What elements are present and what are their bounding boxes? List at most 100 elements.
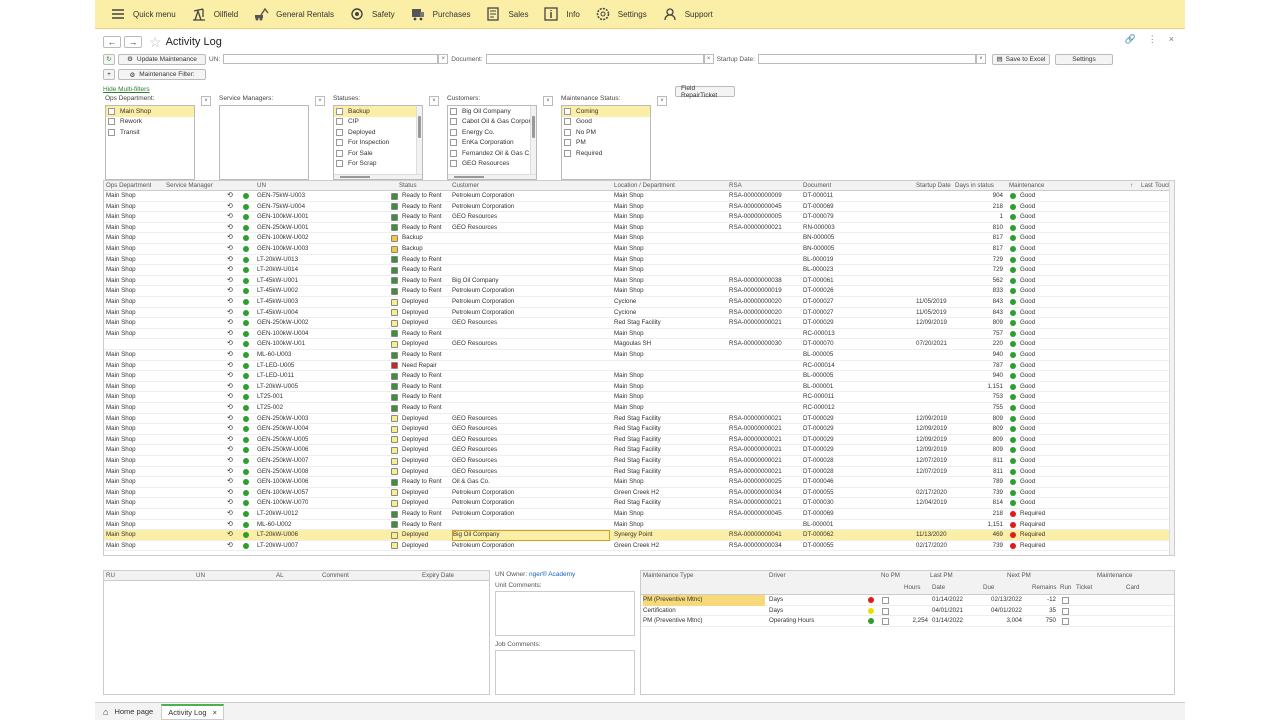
checkbox[interactable] — [336, 128, 343, 136]
un-cell[interactable]: LT-20kW-U005 — [257, 382, 298, 393]
un-cell[interactable]: LT-LED-U005 — [257, 361, 294, 372]
table-row[interactable]: Main Shop ⟲ LT-20kW-U005 Ready to Rent Main … — [104, 382, 1174, 393]
history-icon[interactable]: ⟲ — [227, 424, 233, 435]
maintenance-column-header[interactable]: Driver — [769, 572, 786, 579]
document-field[interactable] — [485, 54, 704, 64]
maintenance-subheader[interactable]: Run — [1060, 584, 1071, 591]
table-row[interactable]: Main Shop ⟲ ML-60-U002 Ready to Rent Main Sh… — [104, 520, 1174, 531]
history-icon[interactable]: ⟲ — [227, 435, 233, 446]
table-row[interactable]: Main Shop ⟲ LT-20kW-U014 Ready to Rent Main … — [104, 265, 1174, 276]
settings-button[interactable]: Settings — [1054, 53, 1113, 65]
un-cell[interactable]: LT-LED-U011 — [257, 371, 294, 382]
un-cell[interactable]: GEN-100kW-U003 — [257, 244, 308, 255]
table-row[interactable]: Main Shop ⟲ LT-20kW-U007 Deployed Petroleum … — [104, 541, 1174, 552]
history-icon[interactable]: ⟲ — [227, 308, 233, 319]
maintenance-subheader[interactable]: Due — [983, 584, 994, 591]
ru-column-header[interactable]: Expiry Date — [422, 572, 454, 579]
checkbox[interactable] — [336, 118, 343, 126]
un-cell[interactable]: GEN-75kW-U003 — [257, 191, 305, 202]
filter-option[interactable]: Rework — [106, 117, 194, 128]
filter-option[interactable]: For Inspection — [334, 138, 422, 149]
un-cell[interactable]: LT-20kW-U007 — [257, 541, 298, 552]
save-to-excel-button[interactable]: ▤ Save to Excel — [991, 53, 1050, 65]
ru-column-header[interactable]: Comment — [322, 572, 349, 579]
checkbox[interactable] — [450, 139, 457, 147]
add-button[interactable]: + — [103, 69, 115, 80]
no-pm-checkbox[interactable] — [882, 618, 889, 625]
history-icon[interactable]: ⟲ — [227, 371, 233, 382]
maintenance-subheader[interactable]: Ticket — [1076, 584, 1092, 591]
column-header[interactable]: Startup Date — [916, 181, 951, 192]
scroll-thumb[interactable] — [454, 176, 484, 178]
history-icon[interactable]: ⟲ — [227, 414, 233, 425]
table-row[interactable]: Main Shop ⟲ LT25-001 Ready to Rent Main Shop… — [104, 392, 1174, 403]
maintenance-column-header[interactable]: Maintenance Type — [643, 572, 693, 579]
history-icon[interactable]: ⟲ — [227, 403, 233, 414]
refresh-button[interactable]: ↻ — [103, 53, 115, 65]
home-page-tab[interactable]: ⌂ Home page — [97, 704, 159, 720]
history-icon[interactable]: ⟲ — [227, 392, 233, 403]
un-cell[interactable]: LT-45kW-U003 — [257, 297, 298, 308]
close-icon[interactable]: × — [1169, 34, 1174, 45]
un-cell[interactable]: GEN-100kW-U006 — [257, 477, 308, 488]
checkbox[interactable] — [450, 128, 457, 136]
checkbox[interactable] — [450, 160, 457, 168]
un-field[interactable] — [223, 54, 439, 64]
un-cell[interactable]: GEN-250kW-U007 — [257, 456, 308, 467]
history-icon[interactable]: ⟲ — [227, 191, 233, 202]
maintenance-subheader[interactable]: Card — [1126, 584, 1139, 591]
history-icon[interactable]: ⟲ — [227, 509, 233, 520]
history-icon[interactable]: ⟲ — [227, 477, 233, 488]
column-header[interactable]: UN — [257, 181, 266, 192]
table-row[interactable]: Main Shop ⟲ GEN-100kW-U006 Ready to Rent Oil… — [104, 477, 1174, 488]
table-row[interactable]: Main Shop ⟲ GEN-250kW-U005 Deployed GEO Reso… — [104, 435, 1174, 446]
history-icon[interactable]: ⟲ — [227, 233, 233, 244]
maintenance-row[interactable]: Certification Days 04/01/2021 04/01/2022 35 — [641, 606, 1174, 617]
link-icon[interactable]: 🔗 — [1125, 34, 1136, 45]
menu-item-info[interactable]: Info — [542, 6, 580, 22]
filter-option[interactable]: Backup — [334, 106, 422, 117]
history-icon[interactable]: ⟲ — [227, 350, 233, 361]
table-row[interactable]: Main Shop ⟲ LT-LED-U005 Need Repair RC-00001… — [104, 361, 1174, 372]
column-header[interactable]: Status — [399, 181, 417, 192]
run-checkbox[interactable] — [1062, 618, 1069, 625]
filter-clear-ops[interactable]: × — [201, 96, 211, 106]
un-cell[interactable]: LT-20kW-U013 — [257, 255, 298, 266]
history-icon[interactable]: ⟲ — [227, 223, 233, 234]
table-row[interactable]: Main Shop ⟲ GEN-250kW-U006 Deployed GEO Reso… — [104, 445, 1174, 456]
table-row[interactable]: Main Shop ⟲ GEN-250kW-U004 Deployed GEO Reso… — [104, 424, 1174, 435]
job-comments-field[interactable] — [495, 650, 635, 695]
table-row[interactable]: ⟲ GEN-100kW-U01 Deployed GEO Resources Magou… — [104, 339, 1174, 350]
unit-comments-field[interactable] — [495, 591, 635, 636]
history-icon[interactable]: ⟲ — [227, 265, 233, 276]
startup-date-field[interactable] — [757, 54, 976, 64]
un-cell[interactable]: LT-20kW-U014 — [257, 265, 298, 276]
history-icon[interactable]: ⟲ — [227, 339, 233, 350]
table-row[interactable]: Main Shop ⟲ LT25-002 Ready to Rent Main Shop… — [104, 403, 1174, 414]
filter-option[interactable]: Energy Co. — [448, 127, 536, 138]
menu-item-safety[interactable]: Safety — [348, 6, 395, 22]
table-row[interactable]: Main Shop ⟲ LT-20kW-U006 Deployed Big Oil Co… — [104, 530, 1174, 541]
filter-clear-managers[interactable]: × — [315, 96, 325, 106]
menu-item-support[interactable]: Support — [661, 6, 713, 22]
table-row[interactable]: Main Shop ⟲ GEN-75kW-U003 Ready to Rent Petr… — [104, 191, 1174, 202]
filter-clear-statuses[interactable]: × — [429, 96, 439, 106]
checkbox[interactable] — [450, 149, 457, 157]
history-icon[interactable]: ⟲ — [227, 467, 233, 478]
scroll-thumb[interactable] — [532, 116, 535, 138]
filter-option[interactable]: Fernandez Oil & Gas C... — [448, 148, 536, 159]
filter-clear-maintenance[interactable]: × — [657, 96, 667, 106]
scroll-thumb[interactable] — [418, 116, 421, 138]
document-clear-button[interactable]: × — [703, 54, 714, 64]
checkbox[interactable] — [336, 107, 343, 115]
menu-item-general-rentals[interactable]: General Rentals — [252, 6, 334, 22]
menu-item-oilfield[interactable]: Oilfield — [190, 6, 238, 22]
un-cell[interactable]: GEN-100kW-U070 — [257, 498, 308, 509]
startup-clear-button[interactable]: × — [975, 54, 986, 64]
table-row[interactable]: Main Shop ⟲ GEN-100kW-U057 Deployed Petroleu… — [104, 488, 1174, 499]
maintenance-row[interactable]: PM (Preventive Mtnc) Days 01/14/2022 02/13/… — [641, 595, 1174, 606]
maintenance-column-header[interactable]: Next PM — [1007, 572, 1031, 579]
table-row[interactable]: Main Shop ⟲ GEN-75kW-U004 Ready to Rent Petr… — [104, 202, 1174, 213]
filter-option[interactable]: For Sale — [334, 148, 422, 159]
un-cell[interactable]: ML-60-U003 — [257, 350, 291, 361]
